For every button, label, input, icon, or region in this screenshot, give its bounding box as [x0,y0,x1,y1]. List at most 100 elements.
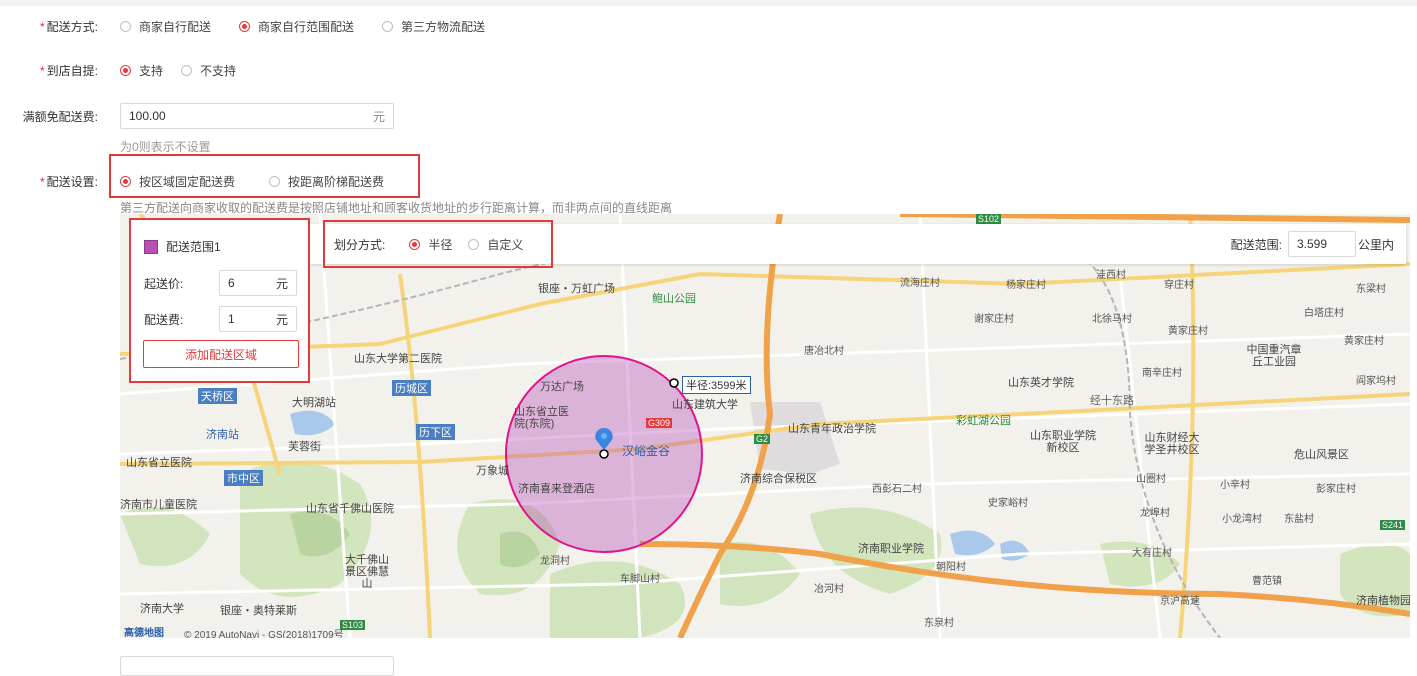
pickup-row: * 到店自提: 支持 不支持 [0,58,264,82]
pickup-label: * 到店自提: [39,63,98,78]
map-label: 北徐马村 [1092,314,1132,325]
road-badge: G2 [754,434,771,444]
map-label: 银座・万虹广场 [538,283,615,295]
map-label: 山东财经大学圣井校区 [1144,432,1200,456]
map-label: 济南植物园 [1356,595,1410,607]
map-district-label: 天桥区 [198,388,237,404]
free-shipping-value: 100.00 [129,109,166,123]
highlight-box-delivery-setting [109,154,420,198]
map-label: 西彭石二村 [872,484,922,495]
free-shipping-row: 满额免配送费: 100.00 元 [0,103,394,129]
map-label: 流海庄村 [900,278,940,289]
radio-dot [120,20,131,32]
map-label: 唐冶北村 [804,346,844,357]
map-label: 山东大学第二医院 [354,353,442,365]
map-label: 济南市儿童医院 [120,499,197,511]
map-label: 芙蓉街 [288,441,321,453]
map-label: 杨家庄村 [1006,280,1046,291]
map-label: 济南大学 [140,603,184,615]
highlight-box-zone-panel [129,218,310,383]
map-label: 山东青年政治学院 [788,423,876,435]
highlight-box-division-method [323,220,553,268]
radio-pickup-support[interactable]: 支持 [120,62,163,79]
radio-merchant-self-delivery[interactable]: 商家自行配送 [120,18,211,35]
map-label: 山东省千佛山医院 [306,503,394,515]
delivery-method-row: * 配送方式: 商家自行配送 商家自行范围配送 第三方物流配送 [0,14,513,38]
map-label: 经十东路 [1090,395,1134,407]
next-field-input[interactable] [120,656,394,676]
map-district-label: 市中区 [224,470,263,486]
map-label: 山东英才学院 [1008,377,1074,389]
map-label: 山圈村 [1136,474,1166,485]
map-district-label: 历下区 [416,424,455,440]
free-shipping-hint: 为0则表示不设置 [120,140,211,154]
radio-pickup-not-support[interactable]: 不支持 [181,62,236,79]
road-badge: S241 [1380,520,1406,530]
map-label: 东梁村 [1356,284,1386,295]
radio-third-party-delivery[interactable]: 第三方物流配送 [382,18,485,35]
map-label: 济南综合保税区 [740,473,817,485]
map-label: 济南职业学院 [858,543,924,555]
map-label: 龙埠村 [1140,508,1170,519]
road-badge: S103 [340,620,366,630]
map-label: 山东省立医院 [126,457,192,469]
free-shipping-unit: 元 [372,109,385,124]
map-label: 山东省立医院(东院) [514,406,569,430]
map-label: 阎家坞村 [1356,376,1396,387]
map-label: 龙洞村 [540,556,570,567]
map-label: 京沪高速 [1160,596,1200,607]
map-label: 山东建筑大学 [672,399,738,411]
circle-center-handle[interactable] [599,449,609,459]
delivery-range-label: 配送范围: [1230,237,1282,252]
map-label: 南辛庄村 [1142,368,1182,379]
map-label: 史家峪村 [988,498,1028,509]
radius-drag-handle[interactable] [669,378,679,388]
map-attribution: © 2019 AutoNavi - GS(2018)1709号 [184,630,344,638]
radio-dot [382,20,394,32]
road-badge: G309 [646,418,673,428]
map-canvas [120,214,1410,638]
map-label: 穿庄村 [1164,280,1194,291]
map-label: 黄家庄村 [1168,326,1208,337]
delivery-range-value: 3.599 [1296,237,1328,251]
free-shipping-input[interactable]: 100.00 元 [120,103,394,129]
radio-dot [120,64,131,76]
top-bar [0,0,1417,6]
map-label: 洼西村 [1096,270,1126,281]
map-label: 东泉村 [924,618,954,629]
map-label: 济南站 [206,429,239,441]
map-label: 白塔庄村 [1304,308,1344,319]
road-badge: S102 [976,214,1002,224]
delivery-range-input[interactable]: 3.599 [1287,231,1356,257]
map-label: 鲍山公园 [652,293,696,305]
delivery-range-unit: 公里内 [1357,237,1394,252]
map-label: 曹范镇 [1252,576,1282,587]
store-location-label: 汉峪金谷 [622,444,671,458]
delivery-setting-label: * 配送设置: [39,174,98,189]
map-label: 万象城 [476,465,509,477]
map-label: 大明湖站 [292,397,336,409]
map-label: 山东职业学院新校区 [1030,430,1096,454]
map-label: 朝阳村 [936,562,966,573]
map-label: 彩虹湖公园 [956,415,1011,427]
radio-dot [181,64,193,76]
map-label: 济南喜来登酒店 [518,483,595,495]
map-label: 车脚山村 [620,574,660,585]
map-label: 小辛村 [1220,480,1250,491]
map-label: 大有庄村 [1132,548,1172,559]
map-label: 小龙湾村 [1222,514,1262,525]
radio-dot [239,20,251,32]
delivery-map[interactable]: 银座・万虹广场 鲍山公园 山东大学第二医院 万达广场 大明湖站 历城区 天桥区 … [120,214,1410,638]
radius-readout: 半径:3599米 [682,376,751,394]
map-label: 万达广场 [540,381,584,393]
free-shipping-label: 满额免配送费: [22,109,98,124]
map-label: 冶河村 [814,584,844,595]
map-label: 谢家庄村 [974,314,1014,325]
radio-merchant-range-delivery[interactable]: 商家自行范围配送 [239,18,354,35]
map-label: 彭家庄村 [1316,484,1356,495]
map-provider-logo: 高德地图 [124,628,164,638]
map-label: 中国重汽章丘工业园 [1246,344,1302,368]
map-label: 银座・奥特莱斯 [220,605,297,617]
map-district-label: 历城区 [392,380,431,396]
map-label: 黄家庄村 [1344,336,1384,347]
